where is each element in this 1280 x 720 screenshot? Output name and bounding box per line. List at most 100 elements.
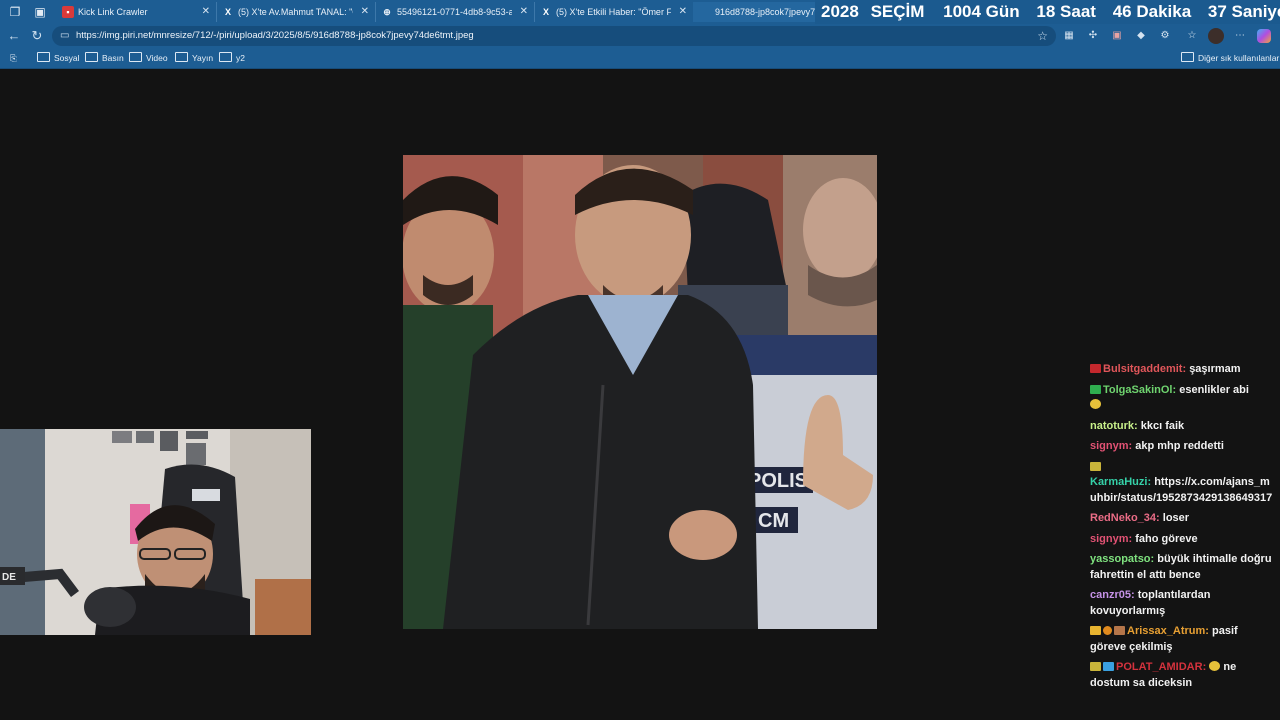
streamer-webcam: DE — [0, 429, 311, 635]
address-bar[interactable]: ▭ https://img.piri.net/mnresize/712/-/pi… — [52, 26, 1056, 46]
sub-badge-icon — [1090, 461, 1101, 471]
countdown-days: 1004 Gün — [943, 2, 1020, 21]
url-text[interactable]: https://img.piri.net/mnresize/712/-/piri… — [76, 26, 474, 46]
more-menu-icon[interactable]: ⋯ — [1233, 29, 1247, 43]
folder-icon — [219, 52, 232, 62]
tab-bar: ❐ ▣ ▪ Kick Link Crawler ✕ X (5) X'te Av.… — [0, 0, 1280, 24]
kick-icon: ▪ — [62, 6, 74, 18]
tab-x-mahmut-tanal[interactable]: X (5) X'te Av.Mahmut TANAL: "CHP ✕ — [216, 2, 376, 22]
bookmark-folder-yayin[interactable]: Yayın — [175, 48, 213, 68]
bookmark-folder-video[interactable]: Video — [129, 48, 168, 68]
chat-message: POLAT_AMIDAR: ne dostum sa diceksin — [1090, 661, 1237, 689]
chat-username[interactable]: POLAT_AMIDAR — [1116, 661, 1203, 673]
tab-title: (5) X'te Etkili Haber: "Ömer Fatih — [556, 7, 671, 17]
chat-message: Bulsitgaddemit: şaşırmam — [1090, 362, 1276, 378]
bookmarks-apps-icon[interactable]: ⎘ — [10, 48, 17, 68]
gift-badge-icon — [1103, 626, 1112, 635]
chat-text: loser — [1162, 512, 1190, 524]
reload-icon[interactable]: ↻ — [30, 29, 44, 43]
favorite-star-icon[interactable]: ☆ — [1037, 29, 1048, 43]
chat-username[interactable]: KarmaHuzi — [1090, 476, 1147, 488]
folder-icon — [1181, 52, 1194, 62]
extension-icon[interactable]: ▦ — [1062, 29, 1076, 43]
close-tab-icon[interactable]: ✕ — [361, 2, 369, 22]
verified-badge-icon — [1103, 662, 1114, 671]
tab-x-etkili-haber[interactable]: X (5) X'te Etkili Haber: "Ömer Fatih ✕ — [534, 2, 694, 22]
bookmark-folder-basin[interactable]: Basın — [85, 48, 124, 68]
favorites-icon[interactable]: ☆ — [1185, 29, 1199, 43]
workspaces-icon[interactable]: ❐ — [8, 5, 22, 19]
news-photo[interactable]: POLIS CM — [403, 155, 877, 629]
countdown-label: SEÇİM — [870, 2, 925, 21]
sub-badge-icon — [1090, 384, 1101, 394]
chat-message: yassopatso: büyük ihtimalle doğru fahret… — [1090, 553, 1272, 581]
close-tab-icon[interactable]: ✕ — [520, 2, 528, 22]
chat-message: KarmaHuzi: https://x.com/ajans_muhbir/st… — [1090, 460, 1276, 507]
svg-text:DE: DE — [2, 572, 16, 583]
emote-icon — [1090, 399, 1101, 409]
chat-username[interactable]: RedNeko_34 — [1090, 512, 1156, 524]
folder-icon — [37, 52, 50, 62]
tab-actions-icon[interactable]: ▣ — [33, 5, 47, 19]
tab-image-guid[interactable]: ⊕ 55496121-0771-4db8-9c53-ad57 ✕ — [375, 2, 535, 22]
extension-puzzle-icon[interactable]: ✣ — [1086, 29, 1100, 43]
tab-title: (5) X'te Av.Mahmut TANAL: "CHP — [238, 7, 353, 17]
chat-text: şaşırmam — [1189, 363, 1241, 375]
chat-username[interactable]: signym — [1090, 440, 1129, 452]
copilot-icon[interactable] — [1257, 29, 1271, 43]
close-tab-icon[interactable]: ✕ — [202, 2, 210, 22]
profile-avatar[interactable] — [1208, 28, 1224, 44]
site-info-icon[interactable]: ▭ — [60, 30, 70, 42]
chat-username[interactable]: Arissax_Atrum — [1127, 625, 1205, 637]
news-photo-drawing: POLIS CM — [403, 155, 877, 629]
chat-message: signym: faho göreve — [1090, 532, 1198, 545]
crown-badge-icon — [1090, 626, 1101, 635]
chat-message: Arissax_Atrum: pasif göreve çekilmiş — [1090, 625, 1238, 653]
bookmark-folder-y2[interactable]: y2 — [219, 48, 245, 68]
tab-title: 916d8788-jp8cok7jpevy74de — [715, 7, 815, 17]
chat-text: esenlikler abi — [1179, 383, 1249, 396]
chat-message: natoturk: kkcı faik — [1090, 419, 1185, 432]
folder-icon — [85, 52, 98, 62]
chat-username[interactable]: signym — [1090, 533, 1129, 545]
chat-username[interactable]: natoturk — [1090, 420, 1134, 432]
countdown-year: 2028 — [821, 2, 859, 21]
other-favorites-folder[interactable]: Diğer sık kullanılanlar — [1181, 48, 1279, 68]
tab-active-image[interactable]: 916d8788-jp8cok7jpevy74de — [693, 2, 816, 22]
globe-icon: ⊕ — [383, 7, 391, 17]
back-icon[interactable]: ← — [7, 29, 21, 43]
chat-text: kkcı faik — [1140, 419, 1185, 432]
address-toolbar: ← ↻ ▭ https://img.piri.net/mnresize/712/… — [0, 24, 1280, 48]
close-tab-icon[interactable]: ✕ — [679, 2, 687, 22]
countdown-minutes: 46 Dakika — [1112, 2, 1192, 21]
folder-icon — [175, 52, 188, 62]
x-icon: X — [542, 7, 549, 17]
bookmark-folder-sosyal[interactable]: Sosyal — [37, 48, 80, 68]
bookmarks-bar: ⎘ Sosyal Basın Video Yayın y2 Diğer sık … — [0, 48, 1280, 69]
tab-title: 55496121-0771-4db8-9c53-ad57 — [397, 7, 512, 17]
extension-video-icon[interactable]: ▣ — [1110, 29, 1124, 43]
chat-message: TolgaSakinOl: esenlikler abi — [1090, 383, 1276, 414]
chat-text: faho göreve — [1135, 532, 1198, 545]
election-countdown-banner: 2028 SEÇİM 1004 Gün 18 Saat 46 Dakika 37… — [815, 0, 1280, 24]
countdown-seconds: 37 Saniye — [1207, 2, 1280, 21]
sub-badge-icon — [1090, 364, 1101, 373]
sub-badge-icon — [1090, 662, 1101, 671]
webcam-drawing: DE — [0, 429, 311, 635]
chat-username[interactable]: canzr05 — [1090, 589, 1131, 601]
tab-title: Kick Link Crawler — [78, 7, 148, 17]
live-chat: Bulsitgaddemit: şaşırmam TolgaSakinOl: e… — [1090, 362, 1276, 696]
chat-text: akp mhp reddetti — [1135, 440, 1224, 452]
emote-icon — [1209, 661, 1221, 671]
chat-username[interactable]: TolgaSakinOl — [1103, 384, 1172, 396]
chat-username[interactable]: yassopatso — [1090, 553, 1151, 565]
x-icon: X — [224, 7, 231, 17]
countdown-hours: 18 Saat — [1036, 2, 1096, 21]
chat-message: signym: akp mhp reddetti — [1090, 440, 1224, 452]
folder-icon — [129, 52, 142, 62]
extensions-icon[interactable]: ⚙ — [1158, 29, 1172, 43]
tab-kick-link-crawler[interactable]: ▪ Kick Link Crawler ✕ — [56, 2, 217, 22]
sub-badge-icon — [1114, 626, 1125, 635]
chat-username[interactable]: Bulsitgaddemit — [1103, 363, 1182, 375]
extension-drop-icon[interactable]: ◆ — [1134, 29, 1148, 43]
